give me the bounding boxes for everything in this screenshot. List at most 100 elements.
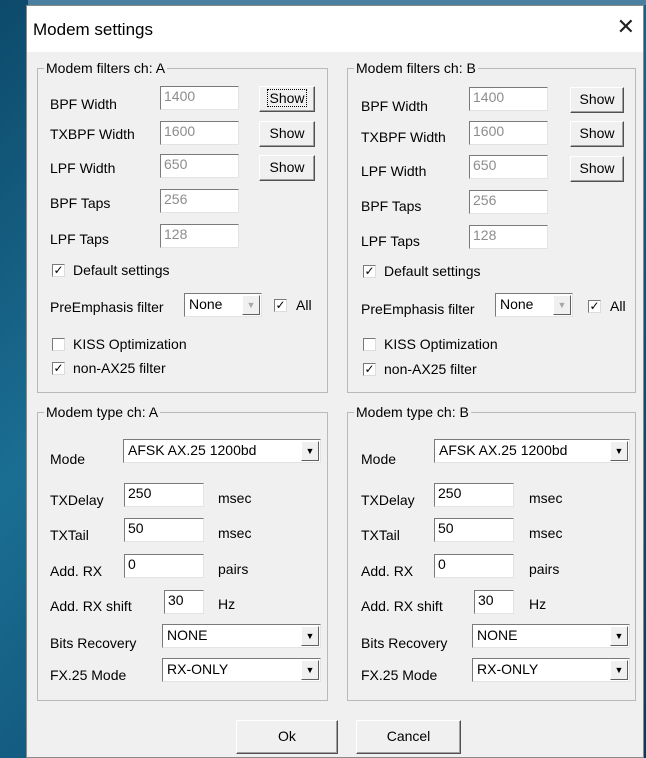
txtail-label: TXTail	[50, 527, 89, 543]
non-ax25-filter-label: non-AX25 filter	[384, 361, 477, 377]
txbpf-width-field[interactable]: 1600	[469, 121, 548, 145]
bpf-width-label: BPF Width	[361, 98, 428, 114]
modem-settings-dialog: Modem settings ✕ Modem filters ch: A BPF…	[26, 5, 644, 758]
fx25-mode-select[interactable]: RX-ONLY ▼	[162, 658, 321, 682]
lpf-width-field[interactable]: 650	[160, 154, 239, 178]
lpf-taps-label: LPF Taps	[50, 231, 109, 247]
mode-label: Mode	[361, 451, 397, 467]
txdelay-unit: msec	[529, 490, 563, 506]
filters-group-b: Modem filters ch: B BPF Width 1400 Show …	[347, 60, 636, 393]
kiss-optimization-checkbox[interactable]	[52, 338, 65, 351]
preemphasis-all-checkbox[interactable]: ✓	[274, 299, 287, 312]
checkmark-icon: ✓	[364, 362, 375, 376]
lpf-width-field[interactable]: 650	[469, 155, 548, 179]
txdelay-field[interactable]: 250	[434, 483, 514, 507]
add-rx-field[interactable]: 0	[434, 554, 514, 578]
filters-group-a: Modem filters ch: A BPF Width 1400 Show …	[37, 60, 328, 393]
checkmark-icon: ✓	[275, 298, 286, 312]
fx25-mode-label: FX.25 Mode	[50, 667, 127, 683]
bpf-show-button[interactable]: Show	[259, 86, 315, 112]
bits-recovery-label: Bits Recovery	[50, 635, 137, 651]
txtail-field[interactable]: 50	[434, 518, 514, 542]
group-title: Modem filters ch: B	[354, 60, 478, 76]
close-icon[interactable]: ✕	[617, 15, 635, 39]
lpf-show-button[interactable]: Show	[570, 156, 624, 182]
chevron-down-icon: ▼	[610, 660, 628, 680]
mode-select[interactable]: AFSK AX.25 1200bd ▼	[434, 439, 630, 463]
kiss-optimization-label: KISS Optimization	[384, 336, 498, 352]
default-settings-checkbox[interactable]: ✓	[363, 265, 376, 278]
lpf-taps-label: LPF Taps	[361, 233, 420, 249]
kiss-optimization-checkbox[interactable]	[363, 338, 376, 351]
default-settings-label: Default settings	[384, 263, 481, 279]
preemphasis-select[interactable]: None ▼	[184, 293, 262, 317]
bpf-width-field[interactable]: 1400	[160, 86, 239, 110]
txdelay-unit: msec	[218, 490, 252, 506]
bpf-taps-field[interactable]: 256	[469, 190, 548, 214]
non-ax25-filter-checkbox[interactable]: ✓	[52, 362, 65, 375]
group-title: Modem filters ch: A	[44, 60, 168, 76]
chevron-down-icon: ▼	[301, 626, 319, 646]
txtail-field[interactable]: 50	[124, 518, 204, 542]
preemphasis-label: PreEmphasis filter	[50, 299, 164, 315]
chevron-down-icon: ▼	[242, 295, 260, 315]
chevron-down-icon: ▼	[610, 626, 628, 646]
add-rx-field[interactable]: 0	[124, 554, 204, 578]
preemphasis-all-checkbox[interactable]: ✓	[588, 300, 601, 313]
add-rx-label: Add. RX	[361, 563, 414, 579]
checkmark-icon: ✓	[53, 263, 64, 277]
chevron-down-icon: ▼	[610, 441, 628, 461]
add-rx-shift-unit: Hz	[529, 596, 547, 612]
mode-label: Mode	[50, 451, 86, 467]
add-rx-unit: pairs	[529, 561, 560, 577]
bits-recovery-select[interactable]: NONE ▼	[472, 624, 630, 648]
checkmark-icon: ✓	[589, 299, 600, 313]
add-rx-shift-label: Add. RX shift	[50, 598, 132, 614]
txtail-label: TXTail	[361, 527, 400, 543]
lpf-taps-field[interactable]: 128	[469, 225, 548, 249]
default-settings-checkbox[interactable]: ✓	[52, 264, 65, 277]
add-rx-shift-field[interactable]: 30	[474, 590, 514, 614]
title-bar: Modem settings ✕	[27, 6, 643, 52]
bpf-taps-field[interactable]: 256	[160, 189, 239, 213]
chevron-down-icon: ▼	[301, 660, 319, 680]
add-rx-unit: pairs	[218, 561, 249, 577]
add-rx-shift-field[interactable]: 30	[164, 590, 204, 614]
bpf-taps-label: BPF Taps	[361, 198, 422, 214]
add-rx-shift-label: Add. RX shift	[361, 598, 443, 614]
mode-select[interactable]: AFSK AX.25 1200bd ▼	[123, 439, 321, 463]
preemphasis-select[interactable]: None ▼	[495, 293, 573, 317]
bpf-show-button[interactable]: Show	[570, 87, 624, 113]
add-rx-shift-unit: Hz	[218, 596, 236, 612]
txbpf-width-label: TXBPF Width	[50, 126, 135, 142]
txtail-unit: msec	[218, 525, 252, 541]
txbpf-width-label: TXBPF Width	[361, 129, 446, 145]
modem-type-group-b: Modem type ch: B Mode AFSK AX.25 1200bd …	[347, 404, 636, 701]
txdelay-label: TXDelay	[50, 492, 104, 508]
cancel-button[interactable]: Cancel	[356, 720, 461, 754]
txbpf-show-button[interactable]: Show	[570, 121, 624, 147]
preemphasis-label: PreEmphasis filter	[361, 301, 475, 317]
txbpf-width-field[interactable]: 1600	[160, 121, 239, 145]
fx25-mode-label: FX.25 Mode	[361, 667, 438, 683]
non-ax25-filter-checkbox[interactable]: ✓	[363, 363, 376, 376]
bpf-width-label: BPF Width	[50, 96, 117, 112]
txdelay-field[interactable]: 250	[124, 483, 204, 507]
dialog-title: Modem settings	[33, 20, 153, 39]
group-title: Modem type ch: B	[354, 404, 471, 420]
group-title: Modem type ch: A	[44, 404, 161, 420]
lpf-width-label: LPF Width	[50, 160, 116, 176]
bits-recovery-select[interactable]: NONE ▼	[162, 624, 321, 648]
txdelay-label: TXDelay	[361, 492, 415, 508]
preemphasis-all-label: All	[296, 297, 312, 313]
fx25-mode-select[interactable]: RX-ONLY ▼	[472, 658, 630, 682]
bpf-width-field[interactable]: 1400	[469, 87, 548, 111]
chevron-down-icon: ▼	[301, 441, 319, 461]
lpf-width-label: LPF Width	[361, 163, 427, 179]
bpf-taps-label: BPF Taps	[50, 195, 111, 211]
chevron-down-icon: ▼	[553, 295, 571, 315]
lpf-taps-field[interactable]: 128	[160, 224, 239, 248]
lpf-show-button[interactable]: Show	[259, 155, 315, 181]
txbpf-show-button[interactable]: Show	[259, 121, 315, 147]
ok-button[interactable]: Ok	[236, 720, 338, 754]
